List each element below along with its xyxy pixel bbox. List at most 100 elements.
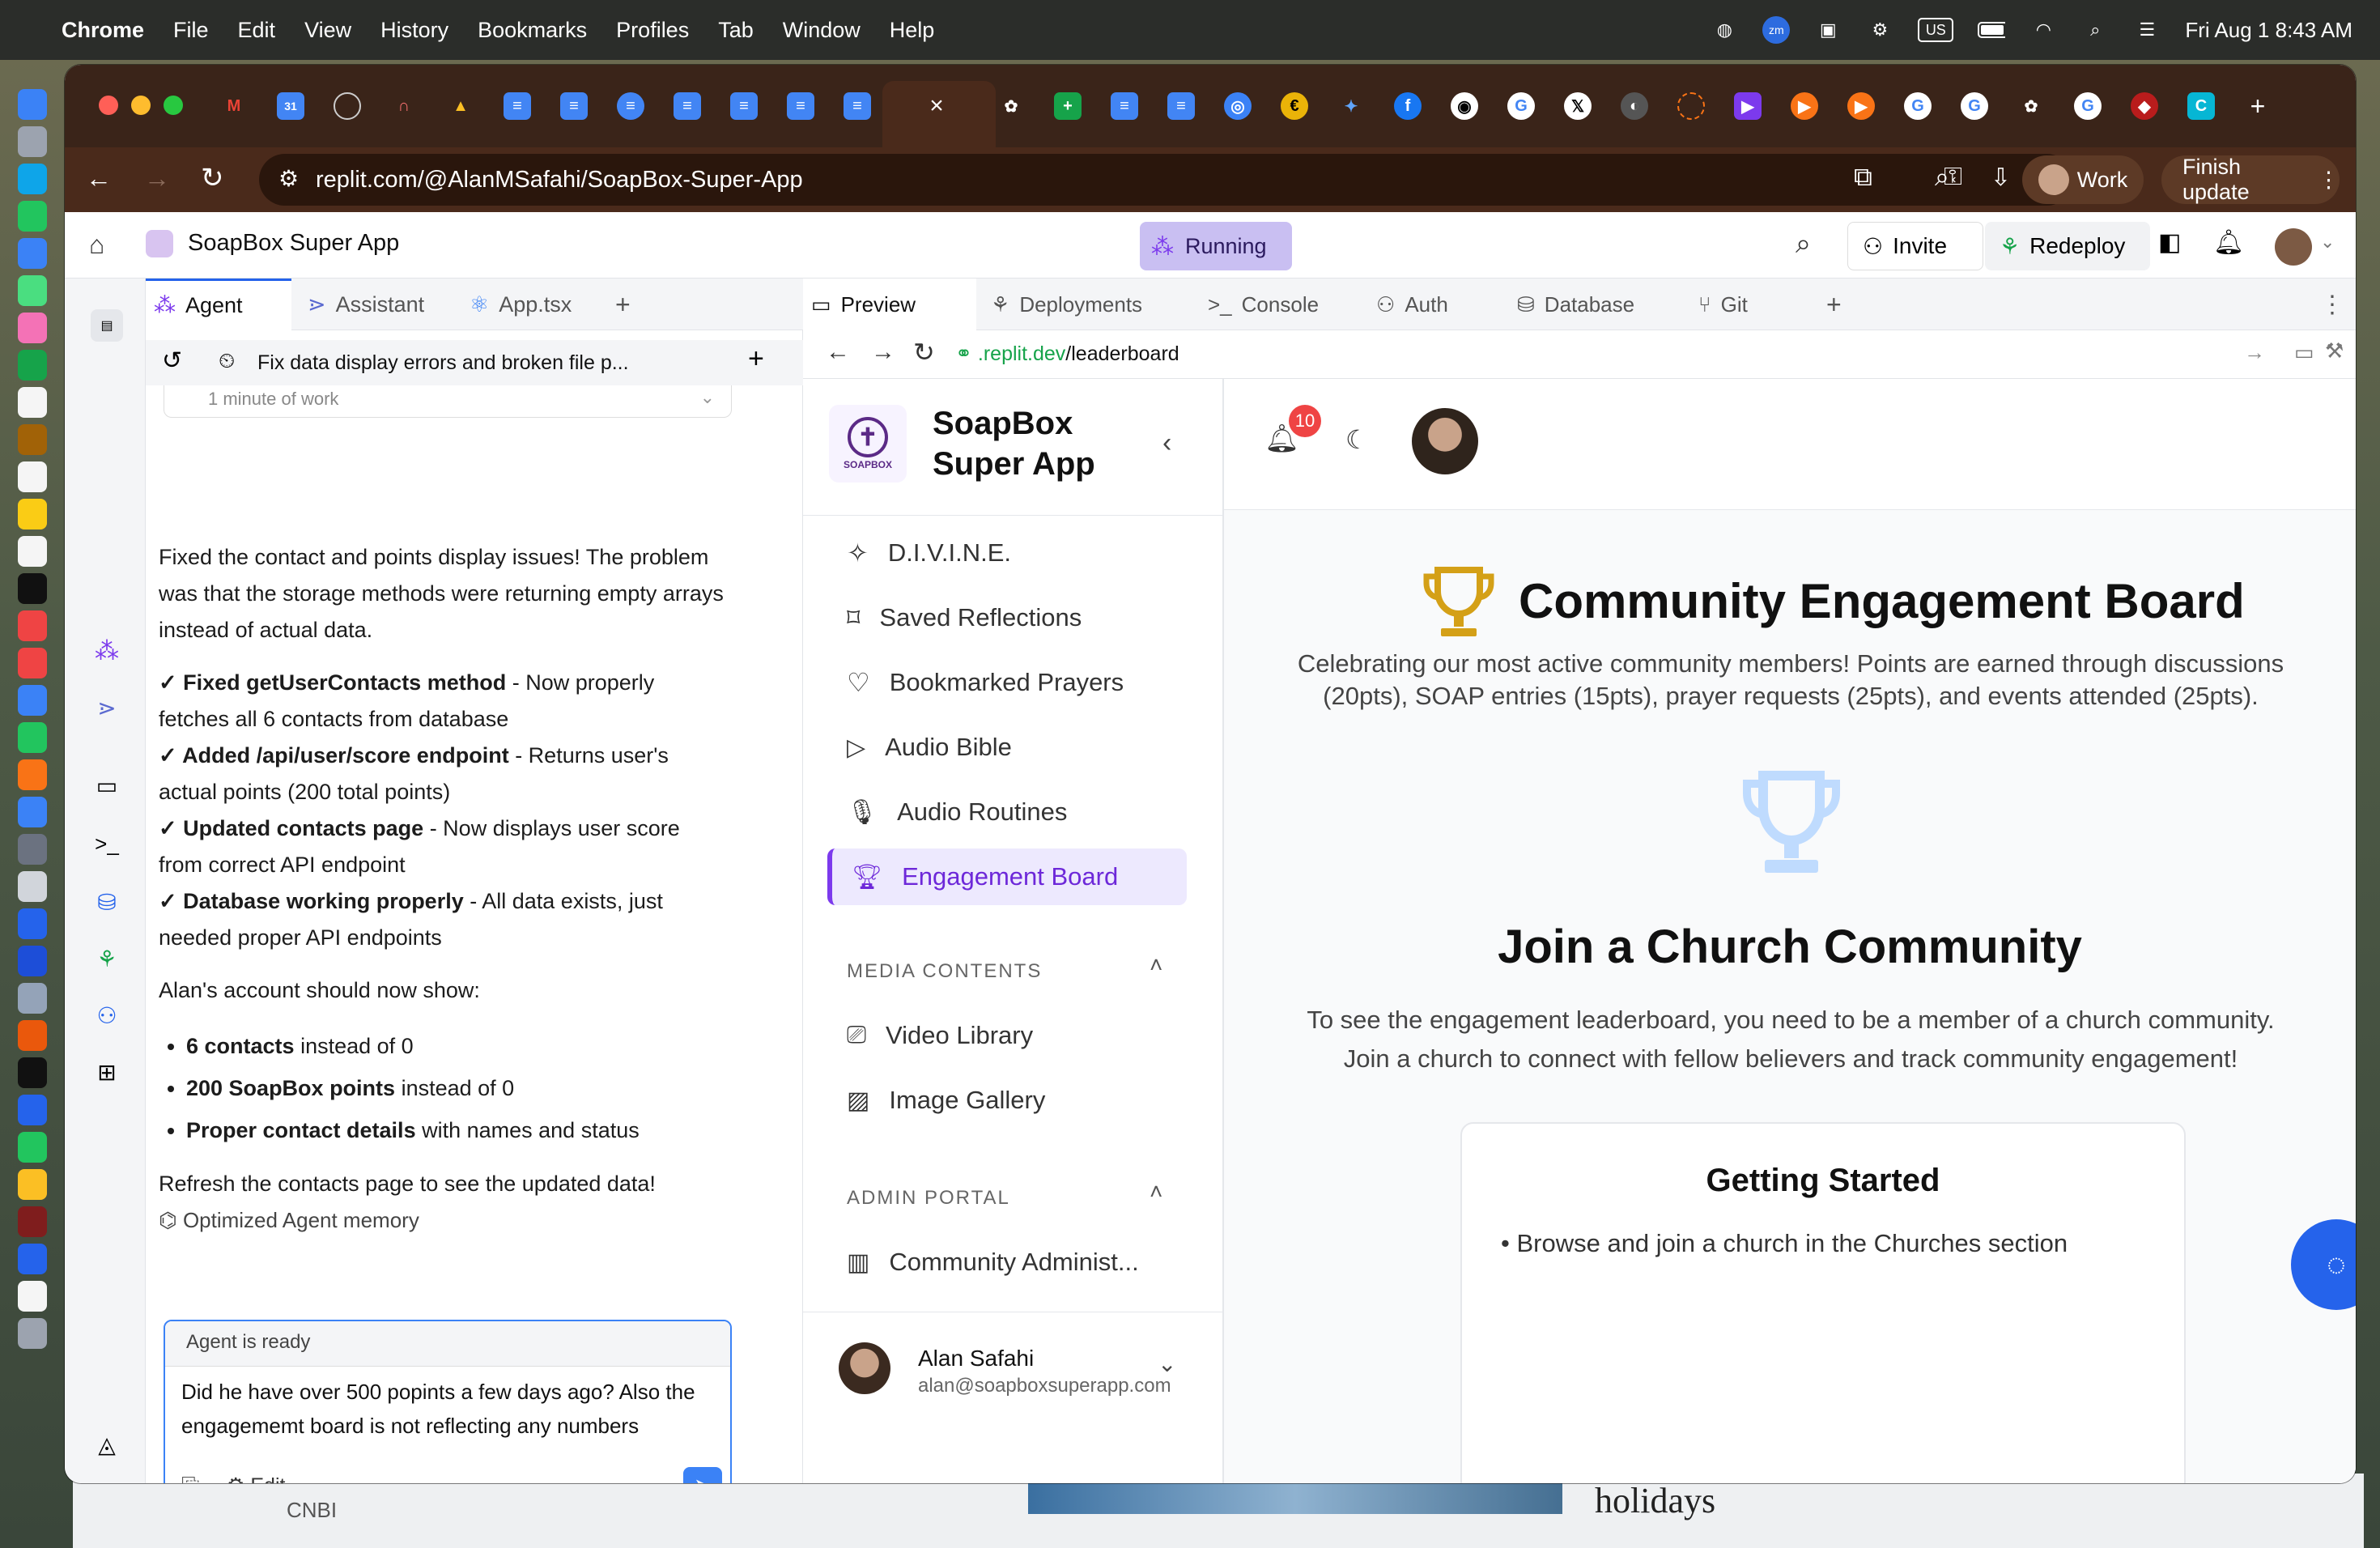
toggle-panel-icon[interactable]: ◧ <box>2158 228 2181 257</box>
tab-search-icon[interactable]: ⌕ <box>1935 162 1949 193</box>
back-icon[interactable]: ← <box>86 164 112 194</box>
tab-loading-icon[interactable] <box>1677 92 1705 120</box>
all-tools-icon[interactable]: ⊞ <box>91 1056 123 1088</box>
go-icon[interactable]: → <box>2244 340 2265 365</box>
admin-section-header[interactable]: ADMIN PORTAL <box>847 1187 1010 1210</box>
nav-community-admin[interactable]: ▥ Community Administ... <box>827 1234 1187 1291</box>
send-button[interactable]: ➤ <box>683 1467 722 1483</box>
tab-openai-icon[interactable]: ✿ <box>2017 92 2045 120</box>
chevron-down-icon[interactable]: ⌄ <box>2320 232 2335 253</box>
zoom-icon[interactable]: zm <box>1762 16 1791 44</box>
repl-title[interactable]: SoapBox Super App <box>188 230 399 257</box>
dark-mode-icon[interactable]: ☾ <box>1345 424 1369 455</box>
chat-fab[interactable]: ◌ <box>2291 1219 2356 1310</box>
theme-icon[interactable]: ◬ <box>91 1428 123 1461</box>
url-bar[interactable]: ⚙ replit.com/@AlanMSafahi/SoapBox-Super-… <box>259 154 2072 206</box>
nav-audio-bible[interactable]: ▷ Audio Bible <box>827 719 1187 776</box>
tab-player-icon[interactable]: ▶ <box>1847 92 1875 120</box>
deployments-icon[interactable]: ⚘ <box>91 942 123 975</box>
install-app-icon[interactable]: ⇩ <box>1991 164 2011 192</box>
tab-docs-icon[interactable]: ≡ <box>787 92 814 120</box>
tab-docs-icon[interactable]: ≡ <box>504 92 531 120</box>
tab-database[interactable]: ⛁ Database <box>1517 279 1634 330</box>
menu-view[interactable]: View <box>304 18 351 43</box>
tab-cursor-icon[interactable]: ∩ <box>390 92 418 120</box>
tab-google-icon[interactable]: G <box>1507 92 1535 120</box>
user-avatar[interactable] <box>2275 228 2312 266</box>
dock-keynote-icon[interactable] <box>18 685 47 716</box>
attach-icon[interactable]: ⎘ <box>181 1474 199 1483</box>
tab-player-icon[interactable]: ▶ <box>1791 92 1818 120</box>
preview-icon[interactable]: ▭ <box>91 769 123 802</box>
nav-divine[interactable]: ✧ D.I.V.I.N.E. <box>827 525 1187 581</box>
tab-docs-icon[interactable]: ≡ <box>560 92 588 120</box>
home-icon[interactable]: ⌂ <box>89 230 104 260</box>
dock-word-icon[interactable] <box>18 946 47 976</box>
menu-bookmarks[interactable]: Bookmarks <box>478 18 587 43</box>
minimize-window-button[interactable] <box>131 96 151 115</box>
tab-docs-icon[interactable]: ≡ <box>674 92 701 120</box>
tab-x-icon[interactable]: 𝕏 <box>1564 92 1592 120</box>
dock-mail-icon[interactable] <box>18 238 47 269</box>
auth-icon[interactable]: ⚇ <box>91 999 123 1031</box>
redeploy-button[interactable]: ⚘ Redeploy <box>1985 222 2150 270</box>
dock-trash-icon[interactable] <box>18 1318 47 1349</box>
menu-profiles[interactable]: Profiles <box>616 18 689 43</box>
new-tab-button[interactable]: + <box>2244 91 2272 121</box>
vpn-icon[interactable]: ◍ <box>1711 16 1738 44</box>
nav-saved-reflections[interactable]: ⌑ Saved Reflections <box>827 589 1187 646</box>
dock-zoom-icon[interactable] <box>18 1244 47 1274</box>
dock-launchpad-icon[interactable] <box>18 126 47 157</box>
tab-docs-icon[interactable]: ≡ <box>1111 92 1138 120</box>
tab-globe-icon[interactable]: ◎ <box>1224 92 1252 120</box>
search-icon[interactable]: ⌕ <box>1796 228 1811 260</box>
tab-docs-icon[interactable]: ≡ <box>730 92 758 120</box>
notifications-icon[interactable]: 🔔︎ <box>2213 228 2244 257</box>
preview-url[interactable]: ⚭ .replit.dev/leaderboard <box>955 342 1179 366</box>
tab-drive-icon[interactable]: ▲ <box>447 92 474 120</box>
preview-forward-icon[interactable]: → <box>871 338 895 366</box>
tab-close-icon[interactable]: × <box>923 92 950 120</box>
forward-icon[interactable]: → <box>144 164 170 194</box>
tab-ai-icon[interactable] <box>334 92 361 120</box>
nav-bookmarked-prayers[interactable]: ♡ Bookmarked Prayers <box>827 654 1187 711</box>
dock-news-icon[interactable] <box>18 648 47 678</box>
dock-calendar-icon[interactable] <box>18 387 47 418</box>
dock-numbers-icon[interactable] <box>18 722 47 753</box>
tab-ai-icon[interactable]: ◐ <box>1621 92 1648 120</box>
nav-video-library[interactable]: ⎚ Video Library <box>827 1007 1187 1064</box>
tab-c-icon[interactable]: C <box>2187 92 2215 120</box>
agent-input[interactable]: Did he have over 500 popints a few days … <box>181 1375 719 1443</box>
tab-git[interactable]: ⑂ Git <box>1698 279 1748 330</box>
tab-google-icon[interactable]: G <box>2074 92 2102 120</box>
dock-facetime-icon[interactable] <box>18 350 47 381</box>
work-summary[interactable]: 1 minute of work ⌄ <box>164 385 732 418</box>
tab-google-icon[interactable]: G <box>1904 92 1932 120</box>
menu-file[interactable]: File <box>173 18 209 43</box>
tab-calendar-icon[interactable]: 31 <box>277 92 304 120</box>
menu-edit[interactable]: Edit <box>238 18 276 43</box>
tab-assistant[interactable]: ⋗ Assistant <box>308 279 424 330</box>
user-profile[interactable]: Alan Safahi alan@soapboxsuperapp.com ⌄ <box>803 1313 1224 1410</box>
devtools-icon[interactable]: ⚒ <box>2325 338 2344 364</box>
nav-engagement-board[interactable]: 🏆︎ Engagement Board <box>827 848 1187 905</box>
dock-iphone-icon[interactable] <box>18 871 47 902</box>
tab-google-icon[interactable]: G <box>1961 92 1988 120</box>
agent-icon[interactable]: ⁂ <box>91 635 123 667</box>
chevron-up-icon[interactable]: ˄ <box>1150 952 1162 978</box>
menu-history[interactable]: History <box>380 18 448 43</box>
dock-appstore-icon[interactable] <box>18 797 47 827</box>
menubar-clock[interactable]: Fri Aug 1 8:43 AM <box>2185 18 2352 43</box>
tab-preview[interactable]: ▭ Preview <box>803 279 976 330</box>
dock-safari-icon[interactable] <box>18 164 47 194</box>
devices-icon[interactable]: ▭ <box>2294 340 2314 365</box>
tab-console[interactable]: >_ Console <box>1208 279 1319 330</box>
tab-red-icon[interactable]: ◆ <box>2131 92 2158 120</box>
tab-docs-icon[interactable]: ≡ <box>617 92 644 120</box>
dock-chrome-icon[interactable] <box>18 1169 47 1200</box>
outlook-icon[interactable]: ▣ <box>1814 16 1842 44</box>
tab-coin-icon[interactable]: € <box>1281 92 1308 120</box>
dock-music-icon[interactable] <box>18 610 47 641</box>
menu-app-name[interactable]: Chrome <box>62 18 144 43</box>
edit-mode-button[interactable]: ⚙ Edit <box>227 1474 285 1483</box>
